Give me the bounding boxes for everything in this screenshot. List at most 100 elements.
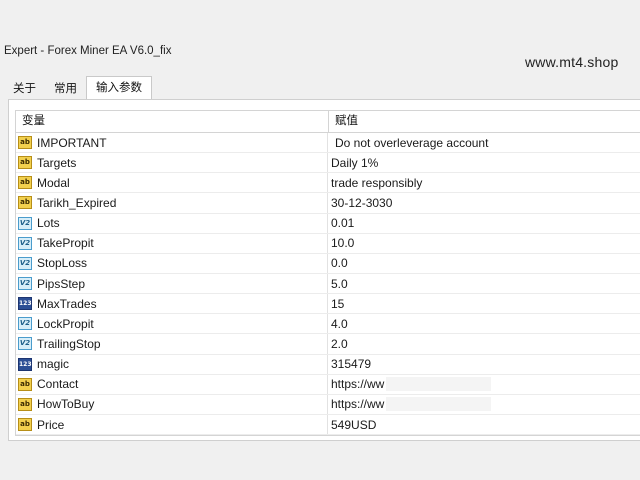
value-cell[interactable]: 0.0	[328, 254, 640, 273]
value-cell[interactable]: https://ww	[328, 375, 640, 394]
parameter-value: 549USD	[331, 417, 377, 432]
variable-cell: 123 magic	[16, 354, 328, 374]
value-cell[interactable]: 10.0	[328, 234, 640, 253]
string-type-icon: ab	[18, 397, 32, 411]
value-cell[interactable]: trade responsibly	[328, 173, 640, 192]
variable-cell: 123 MaxTrades	[16, 294, 328, 314]
parameter-value: https://ww	[331, 377, 385, 392]
parameter-value: 2.0	[331, 336, 348, 351]
redacted-area	[386, 397, 492, 412]
variable-name: MaxTrades	[37, 296, 97, 311]
string-type-icon: ab	[18, 196, 32, 210]
variable-cell: V2 PipsStep	[16, 273, 328, 294]
variable-name: Contact	[37, 377, 79, 392]
tab-common[interactable]: 常用	[45, 79, 86, 99]
value-cell[interactable]: 15	[328, 294, 640, 313]
value-cell[interactable]: 30-12-3030	[328, 193, 640, 212]
table-header: 变量 赋值	[16, 111, 640, 133]
table-row[interactable]: ab Targets Daily 1%	[16, 153, 640, 174]
double-type-icon: V2	[18, 317, 32, 331]
variable-name: Price	[37, 417, 65, 432]
variable-cell: V2 TrailingStop	[16, 334, 328, 354]
variable-cell: V2 TakePropit	[16, 233, 328, 253]
value-cell[interactable]: 4.0	[328, 314, 640, 333]
table-row[interactable]: V2 TakePropit 10.0	[16, 233, 640, 254]
table-row[interactable]: 123 magic 315479	[16, 354, 640, 375]
value-cell[interactable]: 5.0	[328, 274, 640, 293]
value-cell[interactable]: Do not overleverage account	[328, 133, 640, 152]
variable-cell: ab Tarikh_Expired	[16, 193, 328, 213]
table-row[interactable]: ab IMPORTANT Do not overleverage account	[16, 133, 640, 154]
tab-bar: 关于 常用 输入参数	[4, 76, 152, 99]
variable-name: TrailingStop	[37, 336, 101, 351]
double-type-icon: V2	[18, 277, 32, 291]
variable-name: Targets	[37, 155, 77, 170]
table-row[interactable]: ab Tarikh_Expired 30-12-3030	[16, 193, 640, 214]
variable-name: StopLoss	[37, 256, 88, 271]
parameter-value: 0.0	[331, 256, 348, 271]
variable-cell: ab Contact	[16, 374, 328, 394]
parameter-value: https://ww	[331, 397, 385, 412]
parameter-value: 315479	[331, 357, 372, 372]
tab-inputs[interactable]: 输入参数	[86, 76, 152, 99]
table-row[interactable]: V2 StopLoss 0.0	[16, 253, 640, 274]
variable-name: Lots	[37, 216, 60, 231]
parameter-value: 10.0	[331, 236, 355, 251]
parameter-value: 30-12-3030	[331, 195, 393, 210]
variable-name: LockPropit	[37, 316, 94, 331]
parameter-value: 4.0	[331, 316, 348, 331]
string-type-icon: ab	[18, 136, 32, 150]
table-row[interactable]: ab HowToBuy https://ww	[16, 394, 640, 415]
parameter-value: trade responsibly	[331, 175, 423, 190]
variable-cell: ab Price	[16, 414, 328, 435]
column-header-value[interactable]: 赋值	[329, 111, 358, 132]
table-row[interactable]: V2 Lots 0.01	[16, 213, 640, 234]
value-cell[interactable]: 2.0	[328, 334, 640, 353]
variable-name: magic	[37, 357, 70, 372]
table-row[interactable]: V2 TrailingStop 2.0	[16, 334, 640, 355]
variable-cell: V2 StopLoss	[16, 253, 328, 273]
parameter-value: Do not overleverage account	[335, 135, 489, 150]
double-type-icon: V2	[18, 256, 32, 270]
double-type-icon: V2	[18, 236, 32, 250]
string-type-icon: ab	[18, 418, 32, 432]
variable-name: PipsStep	[37, 276, 86, 291]
variable-name: Tarikh_Expired	[37, 195, 117, 210]
watermark-text: www.mt4.shop	[525, 54, 619, 70]
value-cell[interactable]: Daily 1%	[328, 153, 640, 172]
parameter-value: 0.01	[331, 216, 355, 231]
variable-cell: ab IMPORTANT	[16, 133, 328, 153]
variable-cell: ab HowToBuy	[16, 394, 328, 414]
value-cell[interactable]: 315479	[328, 355, 640, 374]
value-cell[interactable]: https://ww	[328, 395, 640, 414]
variable-name: TakePropit	[37, 236, 94, 251]
variable-cell: V2 Lots	[16, 213, 328, 233]
table-row[interactable]: ab Price 549USD	[16, 414, 640, 436]
value-cell[interactable]: 0.01	[328, 214, 640, 233]
integer-type-icon: 123	[18, 297, 32, 311]
integer-type-icon: 123	[18, 357, 32, 371]
parameters-table: 变量 赋值 ab IMPORTANT Do not overleverage acc…	[15, 110, 640, 436]
double-type-icon: V2	[18, 216, 32, 230]
double-type-icon: V2	[18, 337, 32, 351]
string-type-icon: ab	[18, 156, 32, 170]
table-row[interactable]: 123 MaxTrades 15	[16, 294, 640, 315]
parameter-value: 15	[331, 296, 345, 311]
table-row[interactable]: V2 LockPropit 4.0	[16, 314, 640, 335]
value-cell[interactable]: 549USD	[328, 415, 640, 434]
column-header-variable[interactable]: 变量	[16, 111, 329, 132]
variable-name: HowToBuy	[37, 397, 95, 412]
table-body: ab IMPORTANT Do not overleverage account ab…	[16, 133, 640, 436]
string-type-icon: ab	[18, 377, 32, 391]
variable-cell: V2 LockPropit	[16, 314, 328, 334]
variable-name: Modal	[37, 175, 70, 190]
variable-cell: ab Targets	[16, 153, 328, 173]
tab-about[interactable]: 关于	[4, 79, 45, 99]
window-title: Expert - Forex Miner EA V6.0_fix	[4, 45, 172, 57]
table-row[interactable]: ab Modal trade responsibly	[16, 173, 640, 194]
table-row[interactable]: V2 PipsStep 5.0	[16, 273, 640, 295]
table-row[interactable]: ab Contact https://ww	[16, 374, 640, 395]
variable-name: IMPORTANT	[37, 135, 107, 150]
inputs-panel: 变量 赋值 ab IMPORTANT Do not overleverage acc…	[8, 99, 640, 441]
parameter-value: Daily 1%	[331, 155, 379, 170]
